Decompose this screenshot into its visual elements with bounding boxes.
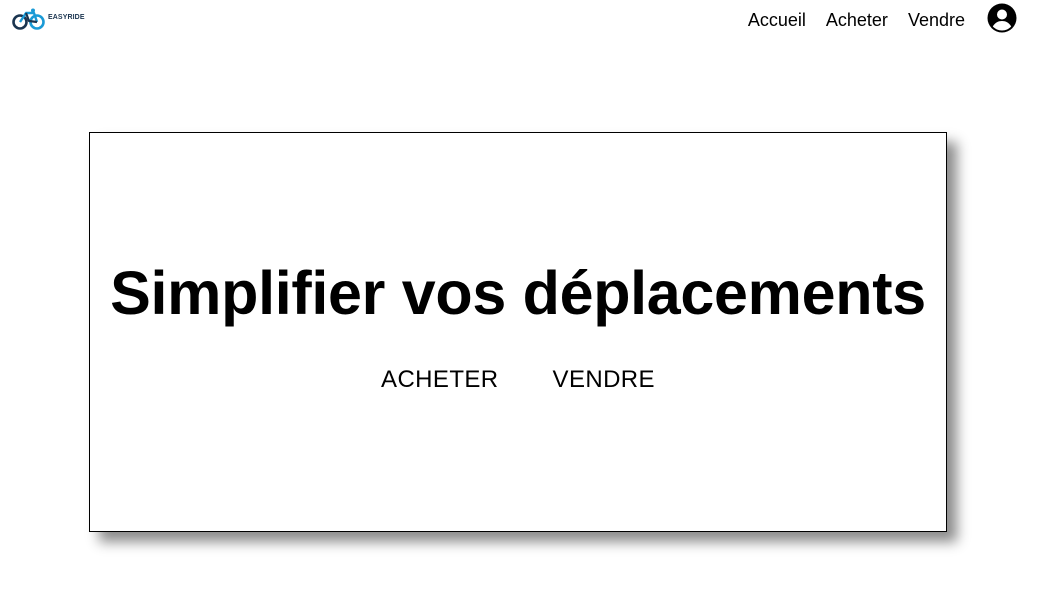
main-nav: Accueil Acheter Vendre bbox=[748, 9, 965, 31]
user-circle-icon bbox=[987, 3, 1017, 33]
account-button[interactable] bbox=[987, 3, 1017, 33]
hero-actions: ACHETER VENDRE bbox=[90, 366, 946, 394]
vendre-button[interactable]: VENDRE bbox=[553, 366, 655, 394]
acheter-button[interactable]: ACHETER bbox=[381, 366, 498, 394]
hero-title: Simplifier vos déplacements bbox=[110, 259, 926, 327]
brand-name: EASYRIDE bbox=[48, 13, 85, 21]
nav-link-accueil[interactable]: Accueil bbox=[748, 9, 806, 31]
hero-card: Simplifier vos déplacements ACHETER VEND… bbox=[89, 132, 947, 532]
navbar: EASYRIDE Accueil Acheter Vendre bbox=[0, 0, 1048, 42]
bike-logo-icon bbox=[12, 8, 45, 30]
brand-logo[interactable]: EASYRIDE bbox=[12, 8, 85, 30]
nav-link-acheter[interactable]: Acheter bbox=[826, 9, 888, 31]
nav-link-vendre[interactable]: Vendre bbox=[908, 9, 965, 31]
